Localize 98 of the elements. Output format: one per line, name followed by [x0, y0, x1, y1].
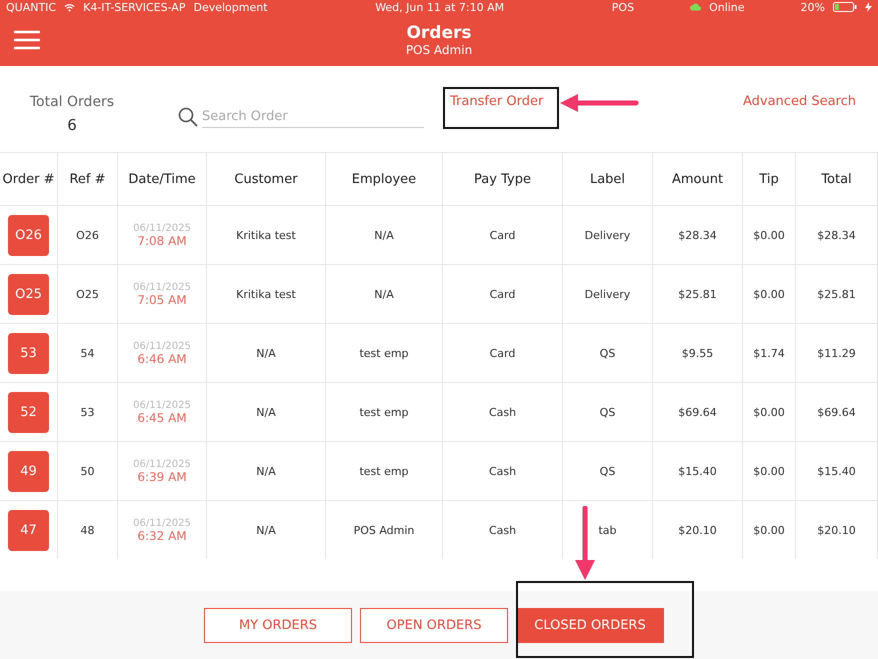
connection-status: Online — [709, 0, 745, 14]
environment-label: Development — [193, 0, 268, 14]
table-cell: QS — [563, 382, 653, 441]
table-cell: QS — [563, 441, 653, 500]
network-name: K4-IT-SERVICES-AP — [83, 0, 186, 14]
table-cell: $15.40 — [653, 441, 743, 500]
table-cell: $20.10 — [653, 500, 743, 559]
table-cell: O26 — [58, 205, 118, 264]
table-cell: $0.00 — [743, 205, 796, 264]
table-cell: $0.00 — [743, 382, 796, 441]
table-cell: 54 — [58, 323, 118, 382]
order-time: 6:46 AM — [137, 352, 187, 366]
column-header: Pay Type — [443, 152, 563, 205]
table-cell: 53 — [58, 382, 118, 441]
order-number-button[interactable]: O25 — [8, 274, 49, 314]
order-time: 6:45 AM — [137, 410, 187, 424]
table-cell: $25.81 — [796, 264, 878, 323]
table-cell: $15.40 — [796, 441, 878, 500]
app-label: POS — [612, 0, 634, 14]
order-date: 06/11/2025 — [133, 400, 191, 410]
filter-tab[interactable]: OPEN ORDERS — [360, 608, 508, 642]
table-cell: $0.00 — [743, 500, 796, 559]
total-orders-label: Total Orders — [30, 94, 114, 110]
table-cell: N/A — [207, 382, 326, 441]
table-cell: QS — [563, 323, 653, 382]
table-cell: $20.10 — [796, 500, 878, 559]
cloud-icon — [690, 3, 702, 11]
column-header: Date/Time — [118, 152, 207, 205]
table-cell: Kritika test — [207, 264, 326, 323]
order-number-button[interactable]: 47 — [8, 510, 49, 550]
charging-icon — [865, 2, 872, 12]
table-cell: $9.55 — [653, 323, 743, 382]
table-cell: $25.81 — [653, 264, 743, 323]
table-cell: N/A — [207, 500, 326, 559]
table-cell: N/A — [207, 441, 326, 500]
table-cell: N/A — [326, 205, 443, 264]
order-time: 6:39 AM — [137, 470, 187, 484]
table-cell: Delivery — [563, 205, 653, 264]
search-icon — [178, 107, 198, 127]
date-time: Wed, Jun 11 at 7:10 AM — [375, 0, 504, 14]
order-time: 7:05 AM — [137, 292, 187, 306]
order-date: 06/11/2025 — [133, 340, 191, 352]
table-cell: tab — [563, 500, 653, 559]
table-cell: Kritika test — [207, 205, 326, 264]
order-date: 06/11/2025 — [133, 282, 191, 292]
column-header: Tip — [743, 152, 796, 205]
order-date: 06/11/2025 — [133, 458, 191, 470]
transfer-order-link[interactable]: Transfer Order — [450, 94, 544, 109]
column-header: Customer — [207, 152, 326, 205]
table-cell: N/A — [326, 264, 443, 323]
order-date: 06/11/2025 — [133, 518, 191, 528]
table-cell: $69.64 — [796, 382, 878, 441]
page-title: Orders — [406, 23, 472, 43]
table-cell: test emp — [326, 441, 443, 500]
table-cell: Card — [443, 205, 563, 264]
table-cell: $11.29 — [796, 323, 878, 382]
table-cell: N/A — [207, 323, 326, 382]
column-header: Amount — [653, 152, 743, 205]
table-cell: 50 — [58, 441, 118, 500]
battery-percent: 20% — [800, 0, 825, 14]
total-orders-count: 6 — [67, 116, 77, 134]
page-subtitle: POS Admin — [406, 43, 472, 57]
table-cell: Cash — [443, 500, 563, 559]
filter-tab[interactable]: CLOSED ORDERS — [516, 608, 664, 642]
table-cell: Delivery — [563, 264, 653, 323]
order-time: 7:08 AM — [137, 234, 187, 248]
table-cell: Cash — [443, 441, 563, 500]
column-header: Total — [796, 152, 878, 205]
table-cell: $0.00 — [743, 264, 796, 323]
order-time: 6:32 AM — [137, 528, 187, 542]
table-cell: Card — [443, 323, 563, 382]
order-date: 06/11/2025 — [133, 222, 191, 234]
order-number-button[interactable]: 49 — [8, 450, 49, 492]
table-cell: Cash — [443, 382, 563, 441]
table-cell: O25 — [58, 264, 118, 323]
table-cell: 48 — [58, 500, 118, 559]
order-number-button[interactable]: 53 — [8, 332, 49, 374]
column-header: Employee — [326, 152, 443, 205]
table-cell: test emp — [326, 323, 443, 382]
table-cell: test emp — [326, 382, 443, 441]
menu-icon[interactable] — [14, 30, 40, 50]
table-cell: $28.34 — [796, 205, 878, 264]
advanced-search-link[interactable]: Advanced Search — [742, 94, 878, 109]
order-number-button[interactable]: O26 — [8, 214, 49, 256]
order-number-button[interactable]: 52 — [8, 392, 49, 432]
table-cell: $28.34 — [653, 205, 743, 264]
table-cell: POS Admin — [326, 500, 443, 559]
column-header: Label — [563, 152, 653, 205]
table-cell: $69.64 — [653, 382, 743, 441]
table-cell: $1.74 — [743, 323, 796, 382]
table-cell: $0.00 — [743, 441, 796, 500]
column-header: Ref # — [58, 152, 118, 205]
table-cell: Card — [443, 264, 563, 323]
column-header: Order # — [0, 152, 58, 205]
battery-icon — [833, 2, 857, 12]
brand-logo: QUANTIC — [6, 0, 56, 14]
filter-tab[interactable]: MY ORDERS — [204, 608, 352, 642]
wifi-icon — [64, 2, 76, 12]
